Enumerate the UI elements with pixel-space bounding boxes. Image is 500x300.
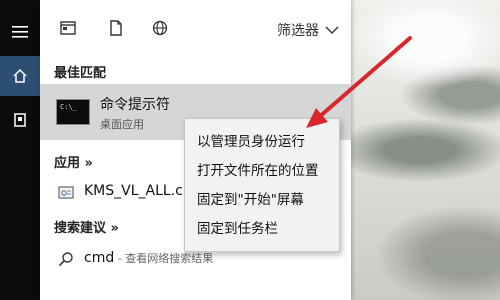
globe-icon <box>152 20 168 36</box>
filter-label: 筛选器 <box>277 23 319 39</box>
hamburger-menu-button[interactable] <box>0 12 40 52</box>
best-match-header: 最佳匹配 <box>54 66 107 81</box>
script-file-icon <box>58 186 74 199</box>
menu-item-label: 固定到"开始"屏幕 <box>197 192 304 208</box>
home-button[interactable] <box>0 56 40 96</box>
chevron-down-icon <box>325 26 339 34</box>
menu-item-label: 固定到任务栏 <box>197 221 278 237</box>
pin-to-taskbar-menu-item[interactable]: 固定到任务栏 <box>185 212 339 240</box>
apps-filter-button[interactable] <box>56 17 80 39</box>
home-icon <box>13 68 27 83</box>
web-filter-button[interactable] <box>148 17 172 39</box>
start-rail <box>0 0 40 300</box>
pin-to-start-menu-item[interactable]: 固定到"开始"屏幕 <box>185 183 339 211</box>
command-prompt-icon: C:\_ <box>56 99 90 125</box>
documents-filter-button[interactable] <box>104 17 128 39</box>
menu-item-label: 以管理员身份运行 <box>197 134 305 150</box>
documents-button[interactable] <box>0 100 40 140</box>
filter-dropdown[interactable]: 筛选器 <box>277 20 339 40</box>
app-result-label: KMS_VL_ALL.cm <box>84 183 197 199</box>
apps-header[interactable]: 应用 » <box>54 152 93 171</box>
open-file-location-menu-item[interactable]: 打开文件所在的位置 <box>185 154 339 182</box>
document-icon <box>14 113 26 127</box>
suggestion-term: cmd <box>84 250 115 266</box>
run-as-admin-menu-item[interactable]: 以管理员身份运行 <box>185 125 339 153</box>
best-match-subtitle: 桌面应用 <box>100 118 144 131</box>
file-icon <box>110 20 122 36</box>
suggestion-hint: - 查看网络搜索结果 <box>114 252 214 265</box>
search-filter-bar: 筛选器 <box>40 0 351 56</box>
search-icon <box>58 252 73 267</box>
search-suggestions-header[interactable]: 搜索建议 » <box>54 217 119 236</box>
menu-item-label: 打开文件所在的位置 <box>197 163 319 179</box>
best-match-title: 命令提示符 <box>100 97 170 113</box>
context-menu: 以管理员身份运行 打开文件所在的位置 固定到"开始"屏幕 固定到任务栏 <box>184 118 340 252</box>
cmd-thumb-text: C:\_ <box>60 103 77 111</box>
hamburger-icon <box>12 26 28 38</box>
suggestion-text: cmd - 查看网络搜索结果 <box>84 250 213 266</box>
app-window-icon <box>60 21 76 35</box>
